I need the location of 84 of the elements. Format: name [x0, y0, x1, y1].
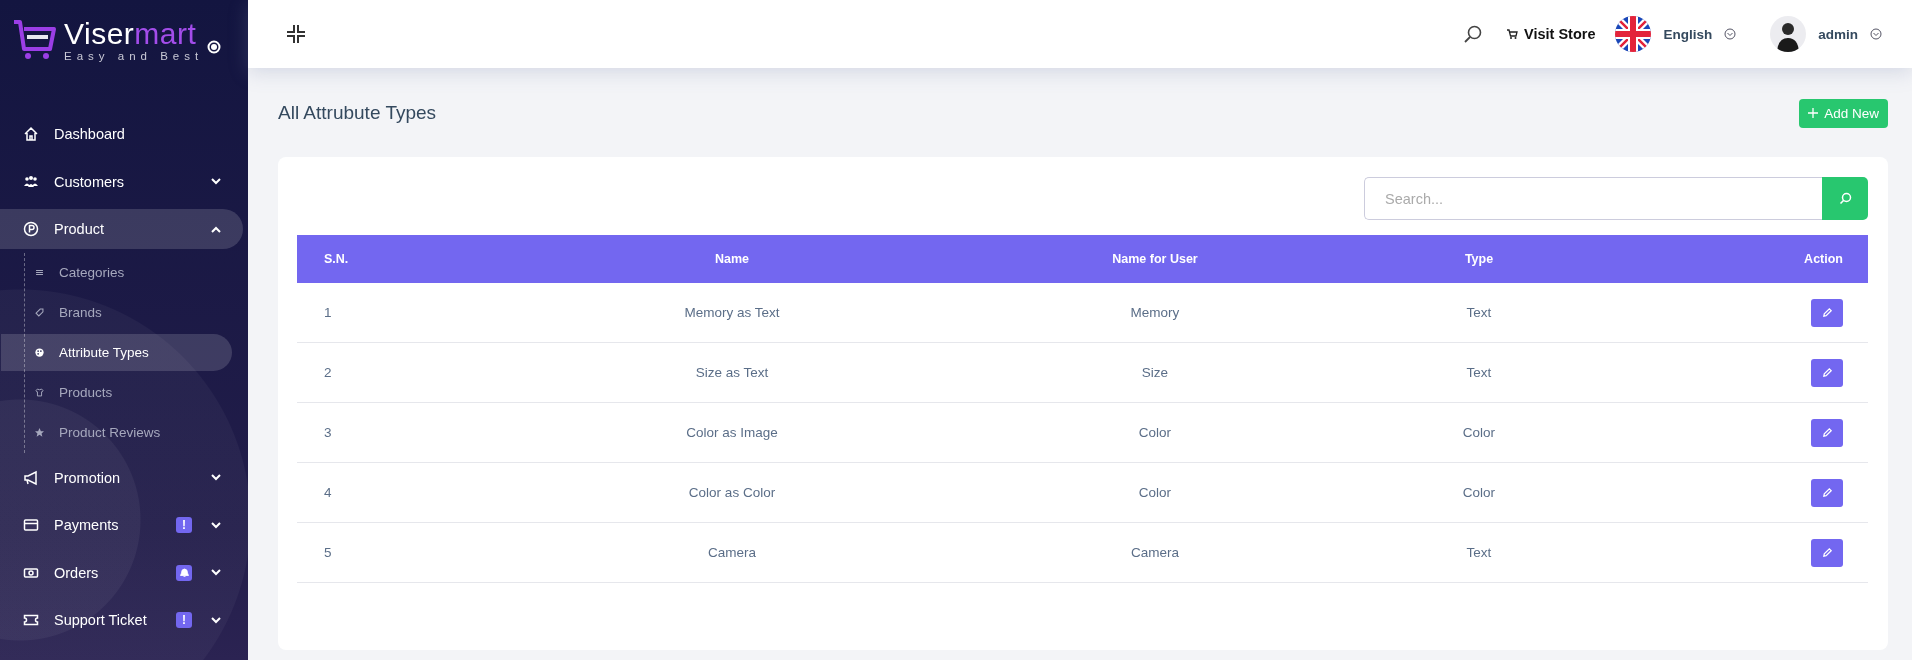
alert-badge: ! [176, 612, 192, 628]
table-cell-text: Memory [1129, 305, 1181, 320]
table-cell-text: Text [1465, 365, 1493, 380]
uk-flag-icon [1615, 16, 1652, 52]
cart-icon [1507, 29, 1518, 39]
plus-icon [1808, 108, 1819, 118]
column-header: Name for User [1111, 252, 1199, 266]
language-selector[interactable]: English [1663, 26, 1713, 42]
avatar-silhouette-icon[interactable] [1770, 16, 1807, 52]
column-header: Action [1804, 252, 1843, 266]
people-icon [23, 173, 39, 190]
chevron-down-icon [211, 521, 221, 529]
edit-button[interactable] [1811, 538, 1843, 567]
table-cell-text: Color as Color [687, 485, 777, 500]
house-icon [23, 126, 39, 142]
sidebar-item[interactable]: Payments ! [0, 505, 243, 545]
table-cell-text: Color [1461, 425, 1497, 440]
pencil-icon [1821, 487, 1833, 498]
edit-button[interactable] [1811, 358, 1843, 387]
brand-name: Visermart [64, 18, 198, 50]
sidebar-subitem[interactable]: Brands [25, 294, 232, 331]
alert-badge: ! [176, 517, 192, 533]
edit-button[interactable] [1811, 298, 1843, 327]
chevron-down-icon [211, 178, 221, 185]
radio-toggle-icon[interactable] [207, 40, 222, 54]
megaphone-icon [23, 469, 39, 486]
chevron-down-icon [211, 474, 221, 481]
sidebar-item[interactable]: Customers [0, 161, 243, 202]
search-field[interactable]: Search... [1364, 177, 1822, 220]
table-cell-text: 1 [324, 305, 333, 320]
table-cell-text: Text [1465, 545, 1493, 560]
star-icon [34, 427, 45, 438]
sidebar-item[interactable]: Orders [0, 552, 243, 593]
edit-button[interactable] [1811, 478, 1843, 507]
sidebar-item[interactable]: Promotion [0, 457, 243, 498]
palette-icon [34, 347, 45, 358]
table-cell-text: Memory as Text [683, 305, 781, 320]
page-title: All Attrubute Types [278, 102, 437, 124]
sidebar-item[interactable]: Product [0, 209, 243, 249]
table-cell-text: Color [1137, 485, 1173, 500]
table-cell-text: 4 [324, 485, 333, 500]
table-cell-text: Color [1461, 485, 1497, 500]
sidebar-subitem[interactable]: Categories [25, 254, 232, 291]
visit-store-link[interactable]: Visit Store [1507, 26, 1596, 42]
user-menu[interactable]: admin [1818, 26, 1858, 42]
card-icon [23, 517, 39, 533]
sidebar-subitem[interactable]: Attribute Types [1, 334, 232, 371]
chevron-up-icon [211, 225, 221, 233]
chevron-down-icon [211, 569, 221, 576]
table-cell-text: Camera [707, 545, 757, 560]
sidebar-item[interactable]: Support Ticket ! [0, 600, 243, 640]
pencil-icon [1821, 547, 1833, 558]
pencil-icon [1821, 427, 1833, 438]
search-icon [1838, 192, 1852, 205]
table-cell-text: Text [1465, 305, 1493, 320]
search-icon[interactable] [1463, 24, 1483, 44]
tag-icon [34, 307, 45, 318]
table-cell-text: Size as Text [694, 365, 770, 380]
sidebar-item[interactable]: Dashboard [0, 114, 243, 154]
lines-icon [34, 267, 45, 278]
table-cell-text: Size [1140, 365, 1170, 380]
sidebar-subitem[interactable]: Products [25, 374, 232, 411]
brand-tagline: Easy and Best [64, 50, 204, 62]
table-cell-text: Color as Image [685, 425, 779, 440]
table-cell-text: Color [1137, 425, 1173, 440]
sidebar-subitem[interactable]: Product Reviews [25, 414, 232, 451]
column-header: S.N. [324, 252, 350, 266]
p-circle-icon [23, 221, 39, 237]
chevron-circle-icon[interactable] [1870, 28, 1882, 40]
pencil-icon [1821, 367, 1833, 378]
column-header: Name [713, 252, 750, 266]
shirt-icon [34, 387, 45, 398]
chevron-down-icon [211, 616, 221, 624]
table-cell-text: 3 [324, 425, 333, 440]
pencil-icon [1821, 307, 1833, 318]
cart-logo-icon [12, 19, 58, 61]
table-cell-text: 5 [324, 545, 333, 560]
chevron-circle-icon[interactable] [1724, 28, 1737, 40]
column-header: Type [1463, 252, 1495, 266]
table-cell-text: 2 [324, 365, 333, 380]
collapse-icon[interactable] [286, 24, 306, 44]
ticket-icon [23, 612, 39, 628]
edit-button[interactable] [1811, 418, 1843, 447]
table-cell-text: Camera [1130, 545, 1180, 560]
